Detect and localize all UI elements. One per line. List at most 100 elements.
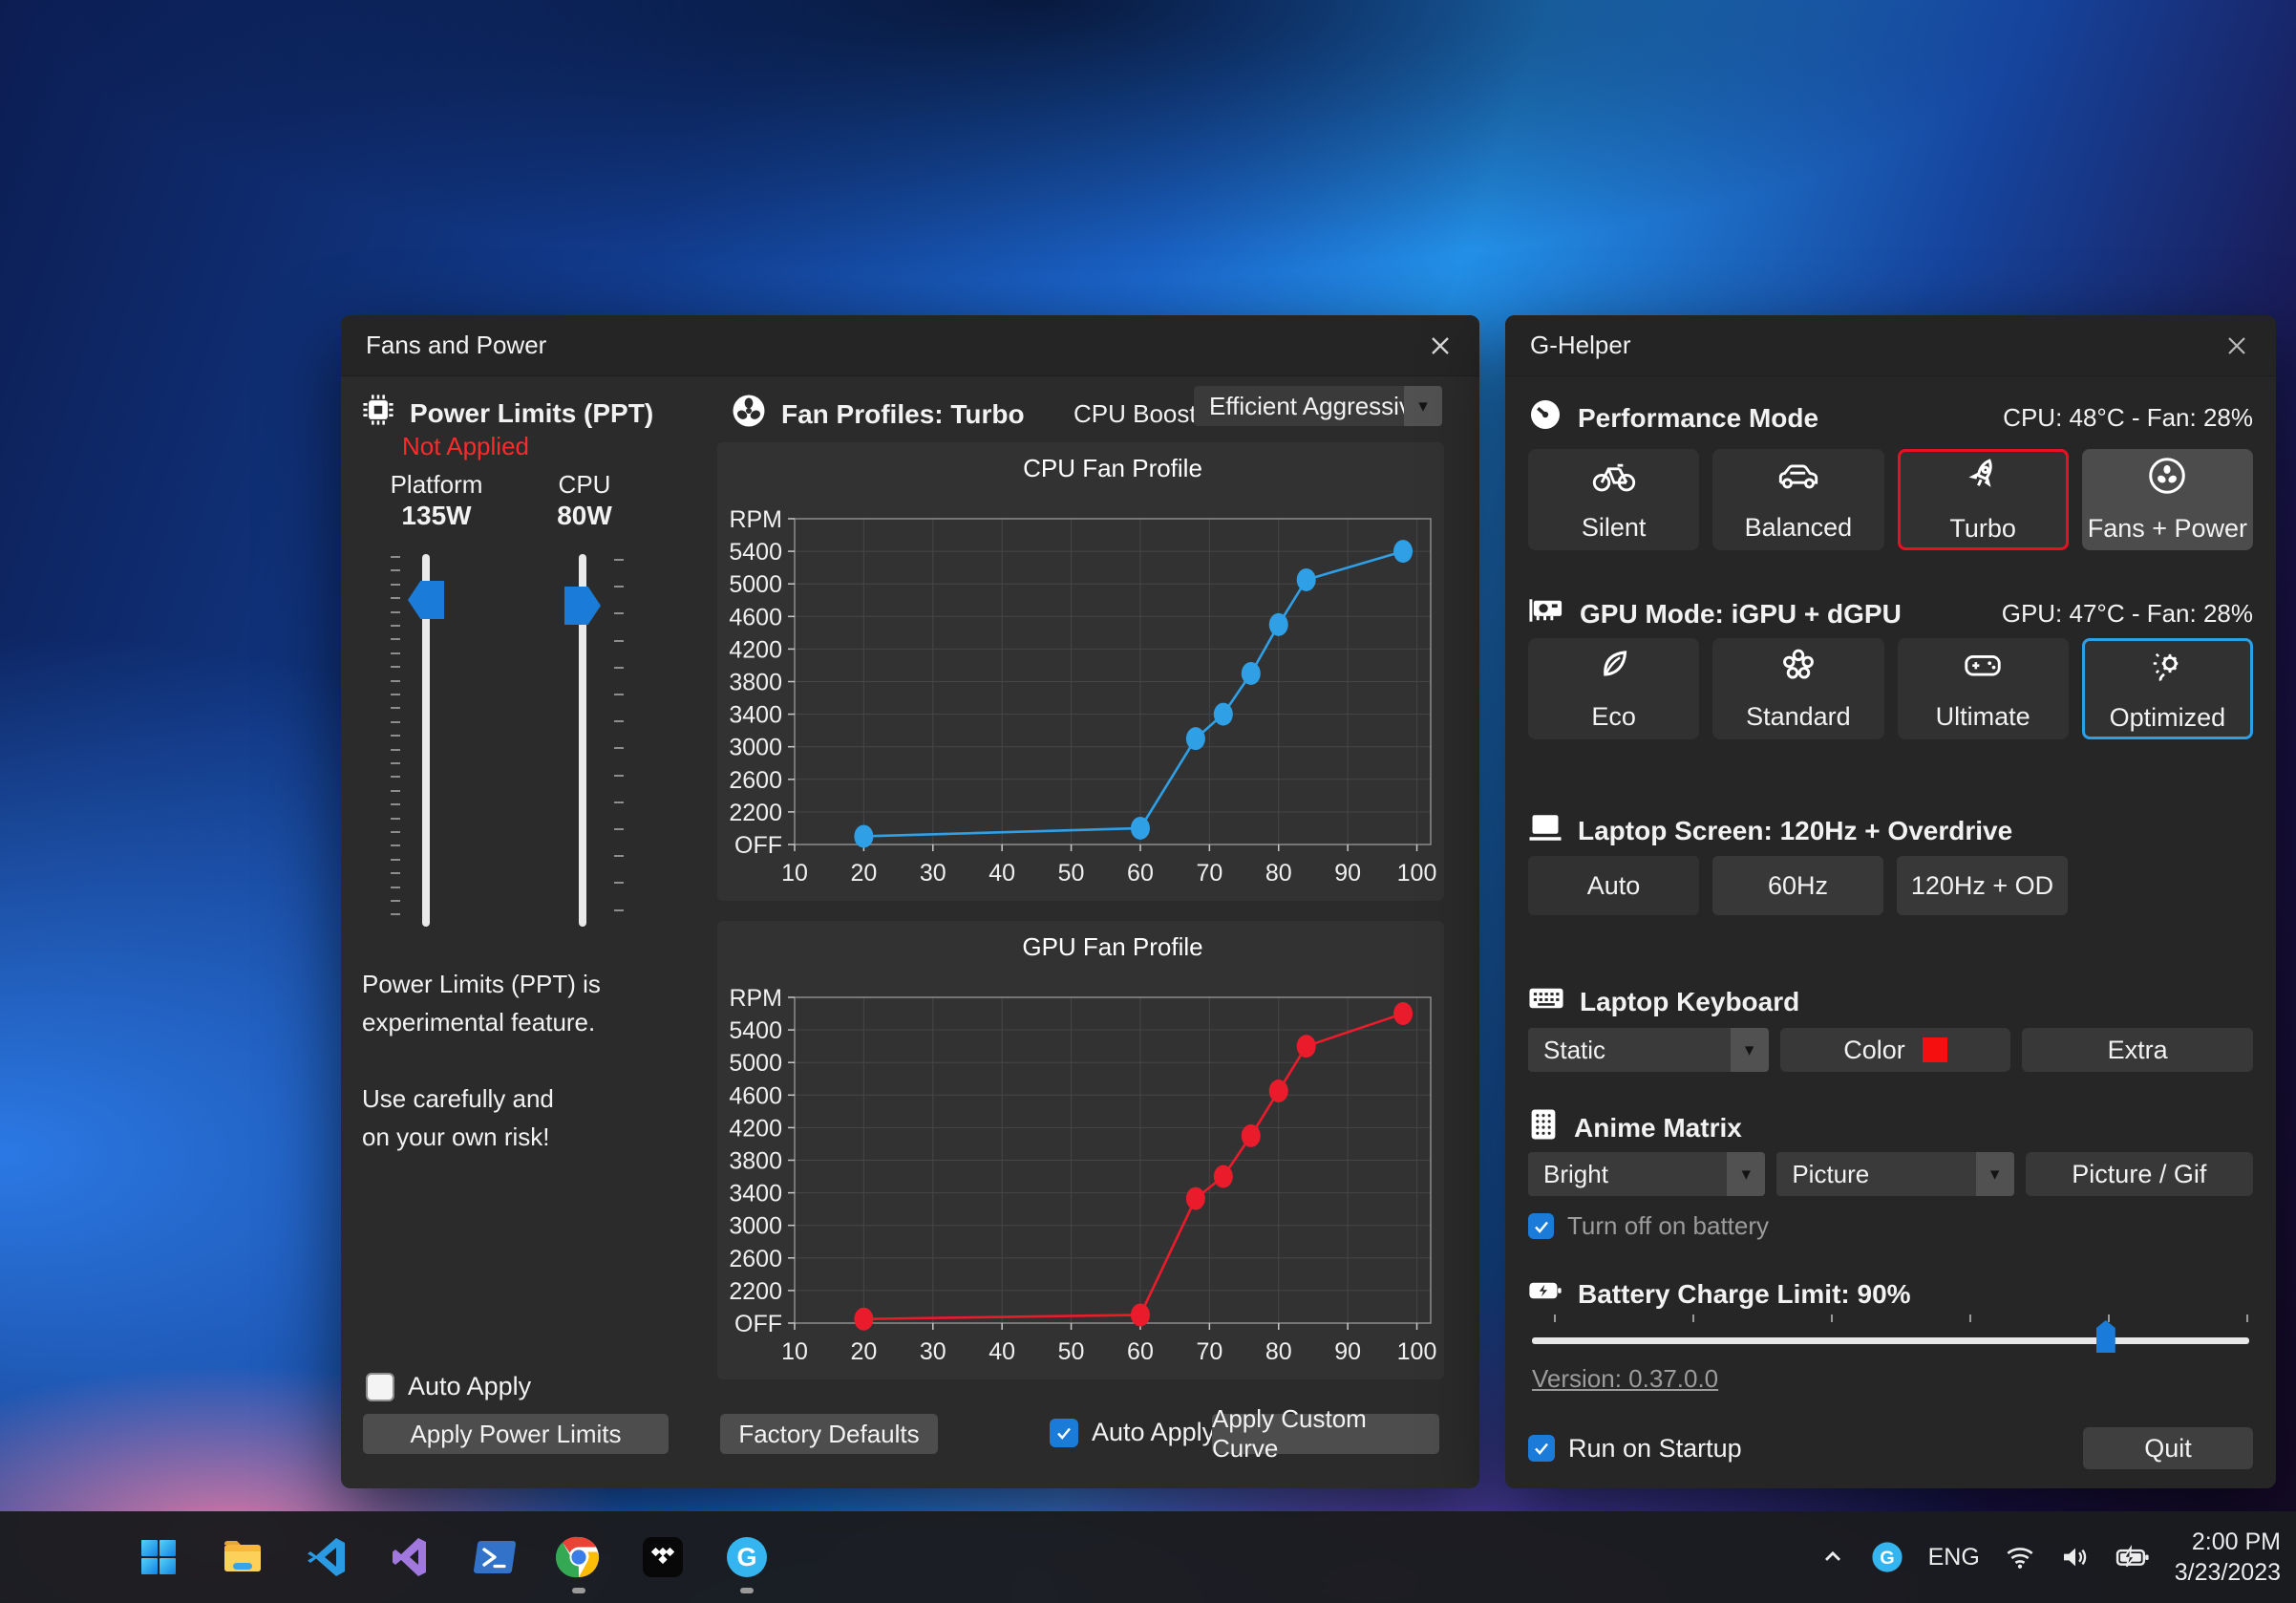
close-icon[interactable] <box>1426 331 1455 360</box>
battery-charging-icon[interactable] <box>2115 1544 2150 1571</box>
svg-text:40: 40 <box>989 1338 1015 1365</box>
svg-text:70: 70 <box>1196 860 1222 887</box>
svg-text:4600: 4600 <box>729 604 782 631</box>
matrix-picture-gif-button[interactable]: Picture / Gif <box>2026 1152 2253 1196</box>
power-auto-apply-checkbox[interactable] <box>366 1373 394 1401</box>
chip-icon <box>362 394 394 433</box>
chevron-down-icon[interactable]: ▾ <box>1727 1152 1765 1196</box>
chrome-button[interactable] <box>554 1525 604 1590</box>
gpu-ultimate-button[interactable]: Ultimate <box>1898 638 2069 739</box>
svg-text:OFF: OFF <box>734 1311 782 1337</box>
matrix-brightness-dropdown[interactable]: Bright ▾ <box>1528 1152 1765 1196</box>
keyboard-controls-row: Static ▾ Color Extra <box>1528 1028 2253 1072</box>
volume-icon[interactable] <box>2060 1544 2091 1571</box>
laptop-screen-heading: Laptop Screen: 120Hz + Overdrive <box>1528 812 2253 849</box>
chevron-down-icon[interactable]: ▾ <box>1976 1152 2014 1196</box>
mode-turbo-button[interactable]: Turbo <box>1898 449 2069 550</box>
platform-slider-thumb[interactable] <box>408 581 444 619</box>
close-icon[interactable] <box>2222 331 2251 360</box>
gpu-optimized-button[interactable]: Optimized <box>2082 638 2253 739</box>
svg-text:3800: 3800 <box>729 670 782 696</box>
turn-off-on-battery-checkbox[interactable] <box>1528 1213 1554 1239</box>
svg-text:3000: 3000 <box>729 735 782 761</box>
gpu-standard-button[interactable]: Standard <box>1712 638 1883 739</box>
clock[interactable]: 2:00 PM 3/23/2023 <box>2175 1527 2281 1588</box>
matrix-battery-row: Turn off on battery <box>1528 1211 2253 1241</box>
screen-120hz-od-button[interactable]: 120Hz + OD <box>1897 856 2068 915</box>
svg-text:CPU Fan Profile: CPU Fan Profile <box>1023 454 1202 482</box>
svg-text:20: 20 <box>850 1338 877 1365</box>
chevron-down-icon[interactable]: ▾ <box>1731 1028 1769 1072</box>
curve-auto-apply-checkbox[interactable] <box>1050 1419 1078 1447</box>
wifi-icon[interactable] <box>2005 1544 2035 1571</box>
performance-mode-heading: Performance Mode CPU: 48°C - Fan: 28% <box>1528 397 2253 438</box>
ghelper-tray-icon[interactable]: G <box>1871 1541 1903 1573</box>
start-button[interactable] <box>134 1525 183 1590</box>
svg-text:3000: 3000 <box>729 1213 782 1240</box>
flower-icon <box>1779 646 1818 691</box>
svg-text:30: 30 <box>920 860 946 887</box>
svg-text:20: 20 <box>850 860 877 887</box>
version-link[interactable]: Version: 0.37.0.0 <box>1532 1364 1718 1394</box>
gpu-mode-heading: GPU Mode: iGPU + dGPU GPU: 47°C - Fan: 2… <box>1528 594 2253 633</box>
keyboard-color-button[interactable]: Color <box>1780 1028 2011 1072</box>
mode-silent-button[interactable]: Silent <box>1528 449 1699 550</box>
apply-custom-curve-button[interactable]: Apply Custom Curve <box>1212 1414 1439 1454</box>
platform-value: 135W <box>374 501 499 531</box>
keyboard-mode-dropdown[interactable]: Static ▾ <box>1528 1028 1769 1072</box>
tidal-button[interactable] <box>638 1525 688 1590</box>
svg-text:G: G <box>1880 1548 1894 1569</box>
taskbar-icons: G <box>134 1511 772 1603</box>
screen-auto-button[interactable]: Auto <box>1528 856 1699 915</box>
svg-text:5000: 5000 <box>729 571 782 598</box>
svg-text:90: 90 <box>1334 860 1361 887</box>
fans-titlebar[interactable]: Fans and Power <box>341 315 1479 376</box>
cpu-fan-chart[interactable]: 102030405060708090100OFF2200260030003400… <box>717 442 1444 901</box>
chevron-up-icon[interactable] <box>1819 1544 1846 1571</box>
fans-and-power-window: Fans and Power Power Limits (PPT) Not Ap… <box>341 315 1479 1488</box>
ghelper-titlebar[interactable]: G-Helper <box>1505 315 2276 376</box>
performance-mode-buttons: Silent Balanced Turbo Fans + Power <box>1528 449 2253 550</box>
anime-matrix-heading: Anime Matrix <box>1528 1108 2253 1147</box>
vscode-button[interactable] <box>302 1525 351 1590</box>
cpu-boost-label: CPU Boost <box>1074 399 1197 429</box>
apply-power-limits-button[interactable]: Apply Power Limits <box>363 1414 669 1454</box>
language-indicator[interactable]: ENG <box>1928 1544 1980 1571</box>
svg-text:5400: 5400 <box>729 1017 782 1044</box>
svg-text:5400: 5400 <box>729 539 782 566</box>
powershell-button[interactable] <box>470 1525 520 1590</box>
matrix-icon <box>1528 1108 1559 1147</box>
svg-text:60: 60 <box>1127 860 1154 887</box>
ghelper-taskbar-button[interactable]: G <box>722 1525 772 1590</box>
quit-button[interactable]: Quit <box>2083 1427 2253 1469</box>
gpu-fan-chart-panel[interactable]: 102030405060708090100OFF2200260030003400… <box>717 921 1444 1379</box>
keyboard-extra-button[interactable]: Extra <box>2022 1028 2253 1072</box>
file-explorer-button[interactable] <box>218 1525 267 1590</box>
screen-60hz-button[interactable]: 60Hz <box>1712 856 1883 915</box>
ghelper-window: G-Helper Performance Mode CPU: 48°C - Fa… <box>1505 315 2276 1488</box>
mode-balanced-button[interactable]: Balanced <box>1712 449 1883 550</box>
battery-slider-track[interactable] <box>1532 1337 2249 1344</box>
visual-studio-button[interactable] <box>386 1525 436 1590</box>
matrix-content-dropdown[interactable]: Picture ▾ <box>1776 1152 2013 1196</box>
cpu-slider-thumb[interactable] <box>564 587 601 625</box>
battery-limit-slider[interactable] <box>1532 1314 2249 1357</box>
svg-text:GPU Fan Profile: GPU Fan Profile <box>1022 932 1202 961</box>
gpu-fan-chart[interactable]: 102030405060708090100OFF2200260030003400… <box>717 921 1444 1379</box>
gpu-eco-button[interactable]: Eco <box>1528 638 1699 739</box>
fans-window-title: Fans and Power <box>366 331 546 360</box>
cpu-fan-chart-panel[interactable]: 102030405060708090100OFF2200260030003400… <box>717 442 1444 901</box>
chevron-down-icon[interactable]: ▾ <box>1404 386 1442 426</box>
run-on-startup-checkbox[interactable] <box>1528 1435 1555 1462</box>
gpu-temp-status: GPU: 47°C - Fan: 28% <box>2002 599 2253 629</box>
svg-text:3400: 3400 <box>729 702 782 729</box>
mode-fans-power-button[interactable]: Fans + Power <box>2082 449 2253 550</box>
svg-text:100: 100 <box>1397 1338 1437 1365</box>
laptop-icon <box>1528 812 1563 849</box>
ghelper-window-title: G-Helper <box>1530 331 1630 360</box>
battery-slider-thumb[interactable] <box>2096 1320 2115 1353</box>
cpu-boost-dropdown[interactable]: Efficient Aggressive ▾ <box>1194 386 1442 426</box>
factory-defaults-button[interactable]: Factory Defaults <box>720 1414 938 1454</box>
platform-label: Platform <box>374 470 499 500</box>
power-limits-heading: Power Limits (PPT) <box>362 394 653 433</box>
